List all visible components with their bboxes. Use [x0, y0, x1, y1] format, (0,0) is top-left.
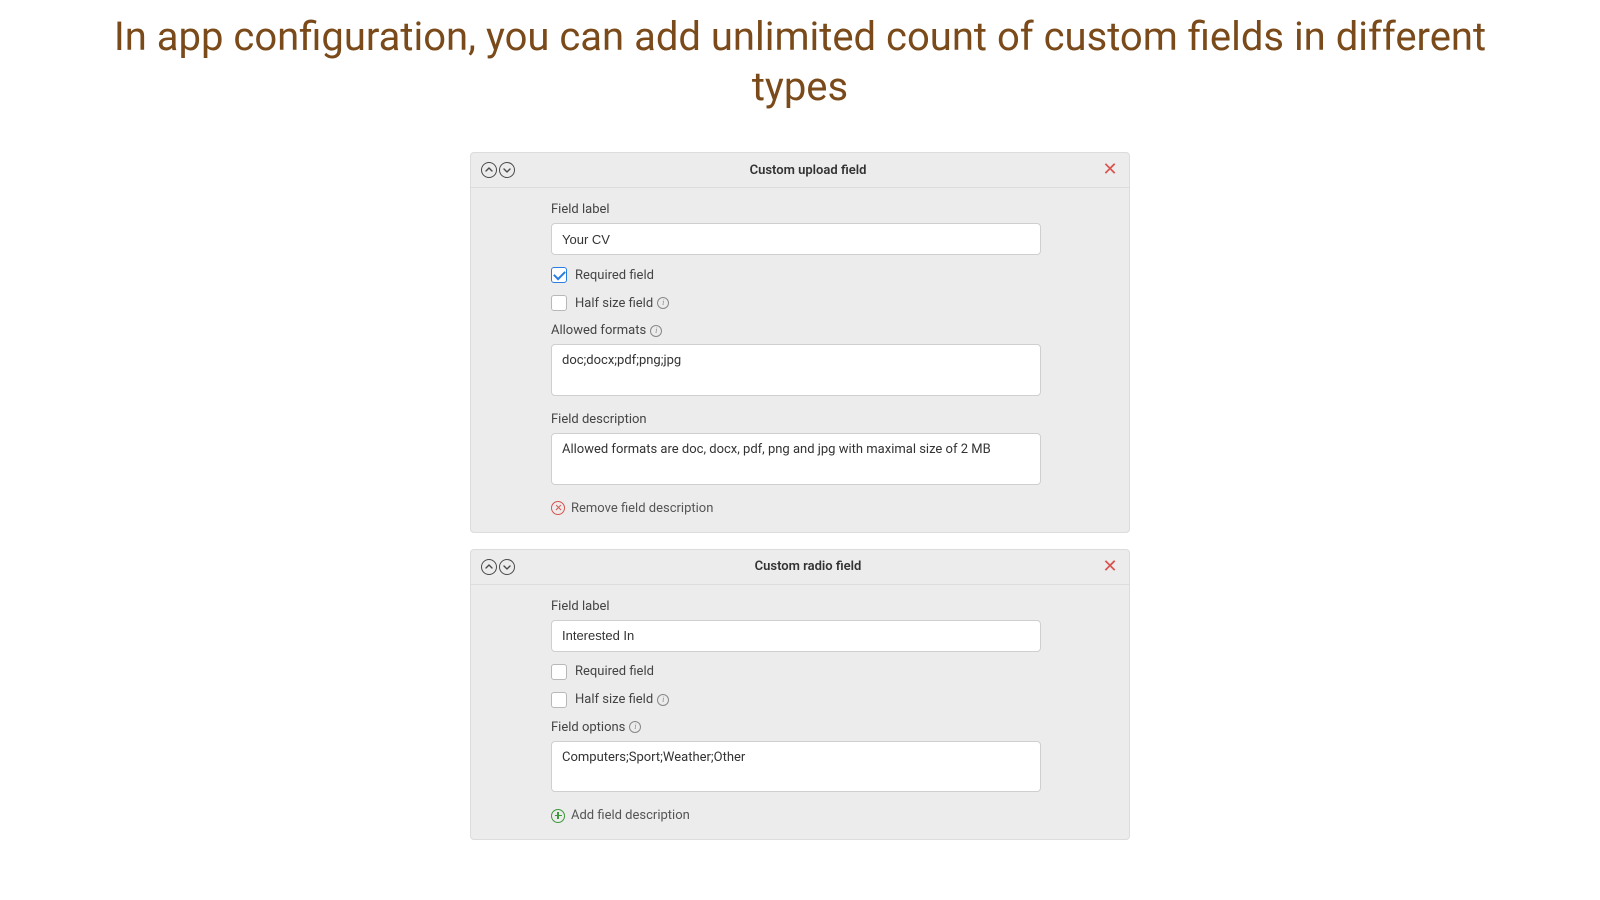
panel-title: Custom radio field — [515, 559, 1101, 574]
sort-icons — [481, 559, 515, 575]
allowed-formats-label: Allowed formats i — [551, 323, 1117, 338]
panel-custom-upload: Custom upload field ✕ Field label Requir… — [470, 152, 1130, 533]
field-label-input[interactable] — [551, 620, 1041, 652]
field-label-input[interactable] — [551, 223, 1041, 255]
close-icon[interactable]: ✕ — [1101, 558, 1119, 576]
move-down-icon[interactable] — [499, 162, 515, 178]
panel-body: Field label Required field Half size fie… — [471, 188, 1129, 532]
panels-container: Custom upload field ✕ Field label Requir… — [470, 152, 1130, 840]
required-checkbox[interactable] — [551, 664, 567, 680]
field-options-input[interactable] — [551, 741, 1041, 793]
add-field-description-label: Add field description — [571, 808, 690, 823]
panel-header: Custom radio field ✕ — [471, 550, 1129, 585]
info-icon[interactable]: i — [657, 297, 669, 309]
allowed-formats-text: Allowed formats — [551, 323, 646, 338]
half-size-checkbox[interactable] — [551, 692, 567, 708]
field-description-input[interactable] — [551, 433, 1041, 485]
add-field-description-button[interactable]: Add field description — [551, 808, 1117, 823]
required-checkbox[interactable] — [551, 267, 567, 283]
move-down-icon[interactable] — [499, 559, 515, 575]
half-size-text: Half size field — [575, 692, 653, 707]
sort-icons — [481, 162, 515, 178]
field-label-label: Field label — [551, 599, 1117, 614]
info-icon[interactable]: i — [629, 721, 641, 733]
field-options-text: Field options — [551, 720, 625, 735]
half-size-checkbox-label: Half size field i — [575, 296, 669, 311]
half-size-text: Half size field — [575, 296, 653, 311]
info-icon[interactable]: i — [650, 325, 662, 337]
info-icon[interactable]: i — [657, 694, 669, 706]
allowed-formats-input[interactable] — [551, 344, 1041, 396]
required-checkbox-label: Required field — [575, 268, 654, 283]
remove-icon — [551, 501, 565, 515]
half-size-checkbox-label: Half size field i — [575, 692, 669, 707]
field-description-label: Field description — [551, 412, 1117, 427]
move-up-icon[interactable] — [481, 559, 497, 575]
panel-header: Custom upload field ✕ — [471, 153, 1129, 188]
remove-field-description-label: Remove field description — [571, 501, 713, 516]
field-options-label: Field options i — [551, 720, 1117, 735]
panel-custom-radio: Custom radio field ✕ Field label Require… — [470, 549, 1130, 841]
panel-body: Field label Required field Half size fie… — [471, 585, 1129, 840]
remove-field-description-button[interactable]: Remove field description — [551, 501, 1117, 516]
add-icon — [551, 809, 565, 823]
half-size-checkbox[interactable] — [551, 295, 567, 311]
move-up-icon[interactable] — [481, 162, 497, 178]
required-checkbox-label: Required field — [575, 664, 654, 679]
page-title: In app configuration, you can add unlimi… — [0, 0, 1600, 132]
field-label-label: Field label — [551, 202, 1117, 217]
close-icon[interactable]: ✕ — [1101, 161, 1119, 179]
panel-title: Custom upload field — [515, 163, 1101, 178]
